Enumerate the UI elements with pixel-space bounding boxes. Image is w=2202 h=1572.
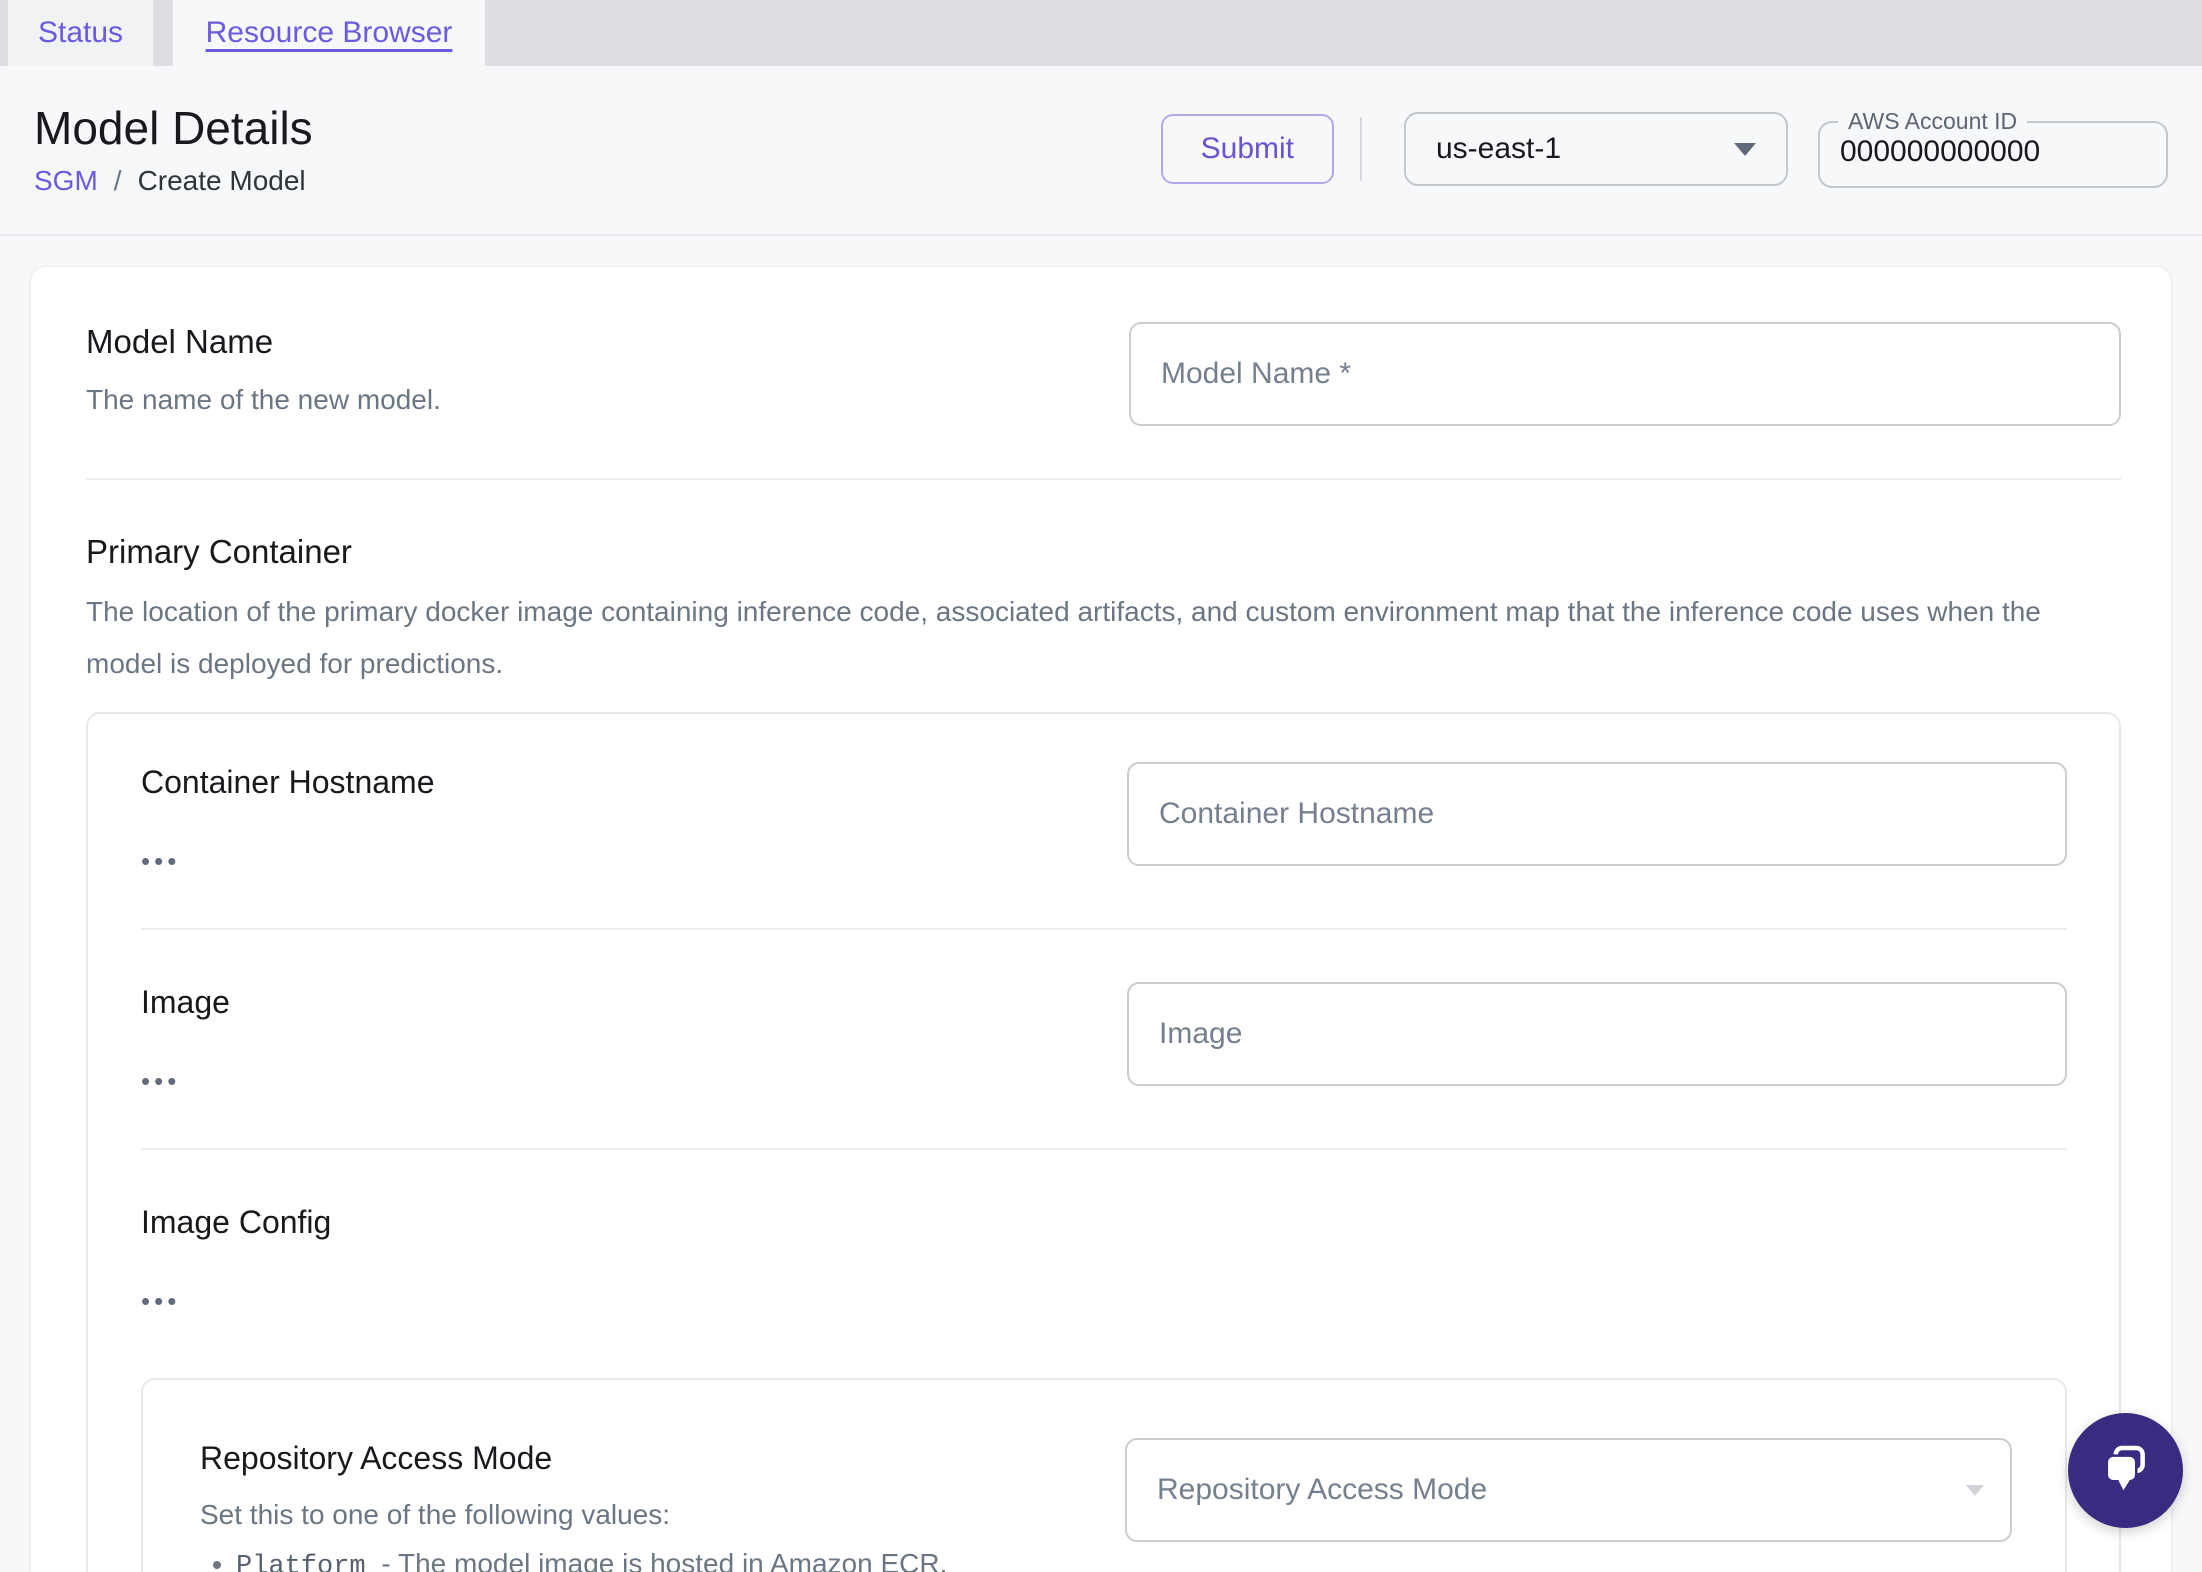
tab-status-label: Status [37, 16, 124, 49]
primary-container-group: Container Hostname ••• Image ••• [86, 712, 2121, 1572]
aws-account-id-field: AWS Account ID [1818, 110, 2168, 188]
repository-access-mode-select-wrap: Repository Access Mode [1125, 1438, 2012, 1572]
model-name-input-wrap [1129, 322, 2121, 426]
aws-account-id-input[interactable] [1820, 133, 2166, 183]
submit-button[interactable]: Submit [1160, 114, 1334, 184]
model-name-description: The name of the new model. [86, 384, 441, 415]
model-details-card: Model Name The name of the new model. Pr… [30, 266, 2172, 1572]
divider [141, 928, 2067, 930]
page-title: Model Details [34, 102, 313, 154]
image-config-group: Repository Access Mode Set this to one o… [141, 1378, 2067, 1572]
list-item: Platform - The model image is hosted in … [236, 1542, 1085, 1572]
repository-access-mode-select[interactable]: Repository Access Mode [1125, 1438, 2012, 1542]
page: Status Resource Browser Model Details SG… [0, 0, 2202, 1572]
repository-access-mode-options-list: Platform - The model image is hosted in … [200, 1542, 1085, 1572]
chevron-down-icon [1966, 1484, 1984, 1496]
image-input[interactable] [1127, 982, 2067, 1086]
tab-status[interactable]: Status [8, 0, 153, 66]
image-row: Image ••• [141, 982, 2067, 1096]
region-select[interactable]: us-east-1 [1404, 112, 1788, 186]
model-name-input[interactable] [1129, 322, 2121, 426]
breadcrumb-current: Create Model [137, 165, 306, 196]
chat-bubbles-icon [2105, 1445, 2145, 1490]
divider [141, 1148, 2067, 1150]
tab-resource-browser[interactable]: Resource Browser [173, 0, 485, 66]
image-expander[interactable]: ••• [141, 1066, 180, 1096]
image-config-labels: Image Config ••• [141, 1202, 2067, 1316]
container-hostname-input[interactable] [1127, 762, 2067, 866]
repository-access-mode-placeholder: Repository Access Mode [1157, 1473, 1488, 1506]
divider [86, 478, 2121, 480]
tab-resource-browser-label: Resource Browser [205, 16, 453, 49]
container-hostname-expander[interactable]: ••• [141, 846, 180, 876]
image-config-row: Image Config ••• [141, 1202, 2067, 1316]
breadcrumb-separator: / [113, 165, 122, 196]
model-name-heading: Model Name [86, 323, 274, 360]
image-config-heading: Image Config [141, 1204, 332, 1240]
image-labels: Image ••• [141, 982, 1087, 1096]
tab-bar: Status Resource Browser [0, 0, 2202, 66]
header-controls: Submit us-east-1 AWS Account ID [1160, 110, 2168, 188]
repository-access-mode-labels: Repository Access Mode Set this to one o… [200, 1438, 1085, 1572]
image-config-expander[interactable]: ••• [141, 1286, 180, 1316]
container-hostname-labels: Container Hostname ••• [141, 762, 1087, 876]
container-hostname-heading: Container Hostname [141, 764, 435, 800]
page-header: Model Details SGM / Create Model Submit … [0, 66, 2202, 236]
aws-account-id-label: AWS Account ID [1848, 108, 2018, 134]
region-select-value: us-east-1 [1436, 132, 1562, 165]
header-title-block: Model Details SGM / Create Model [34, 100, 313, 198]
container-hostname-row: Container Hostname ••• [141, 762, 2067, 876]
chat-launcher-button[interactable] [2068, 1413, 2183, 1528]
breadcrumb: SGM / Create Model [34, 164, 313, 198]
option-code: Platform [236, 1552, 366, 1572]
image-heading: Image [141, 984, 230, 1020]
header-vertical-divider [1360, 117, 1362, 181]
primary-container-description: The location of the primary docker image… [86, 596, 2041, 679]
image-input-wrap [1127, 982, 2067, 1096]
repository-access-mode-row: Repository Access Mode Set this to one o… [200, 1438, 2012, 1572]
model-name-row: Model Name The name of the new model. [86, 322, 2121, 426]
container-hostname-input-wrap [1127, 762, 2067, 876]
primary-container-heading: Primary Container [86, 533, 352, 570]
chevron-down-icon [1734, 142, 1756, 156]
repository-access-mode-description: Set this to one of the following values: [200, 1499, 671, 1530]
repository-access-mode-heading: Repository Access Mode [200, 1440, 553, 1476]
breadcrumb-parent-link[interactable]: SGM [34, 164, 98, 198]
option-text: - The model image is hosted in Amazon EC… [381, 1548, 948, 1572]
model-name-labels: Model Name The name of the new model. [86, 322, 1089, 426]
